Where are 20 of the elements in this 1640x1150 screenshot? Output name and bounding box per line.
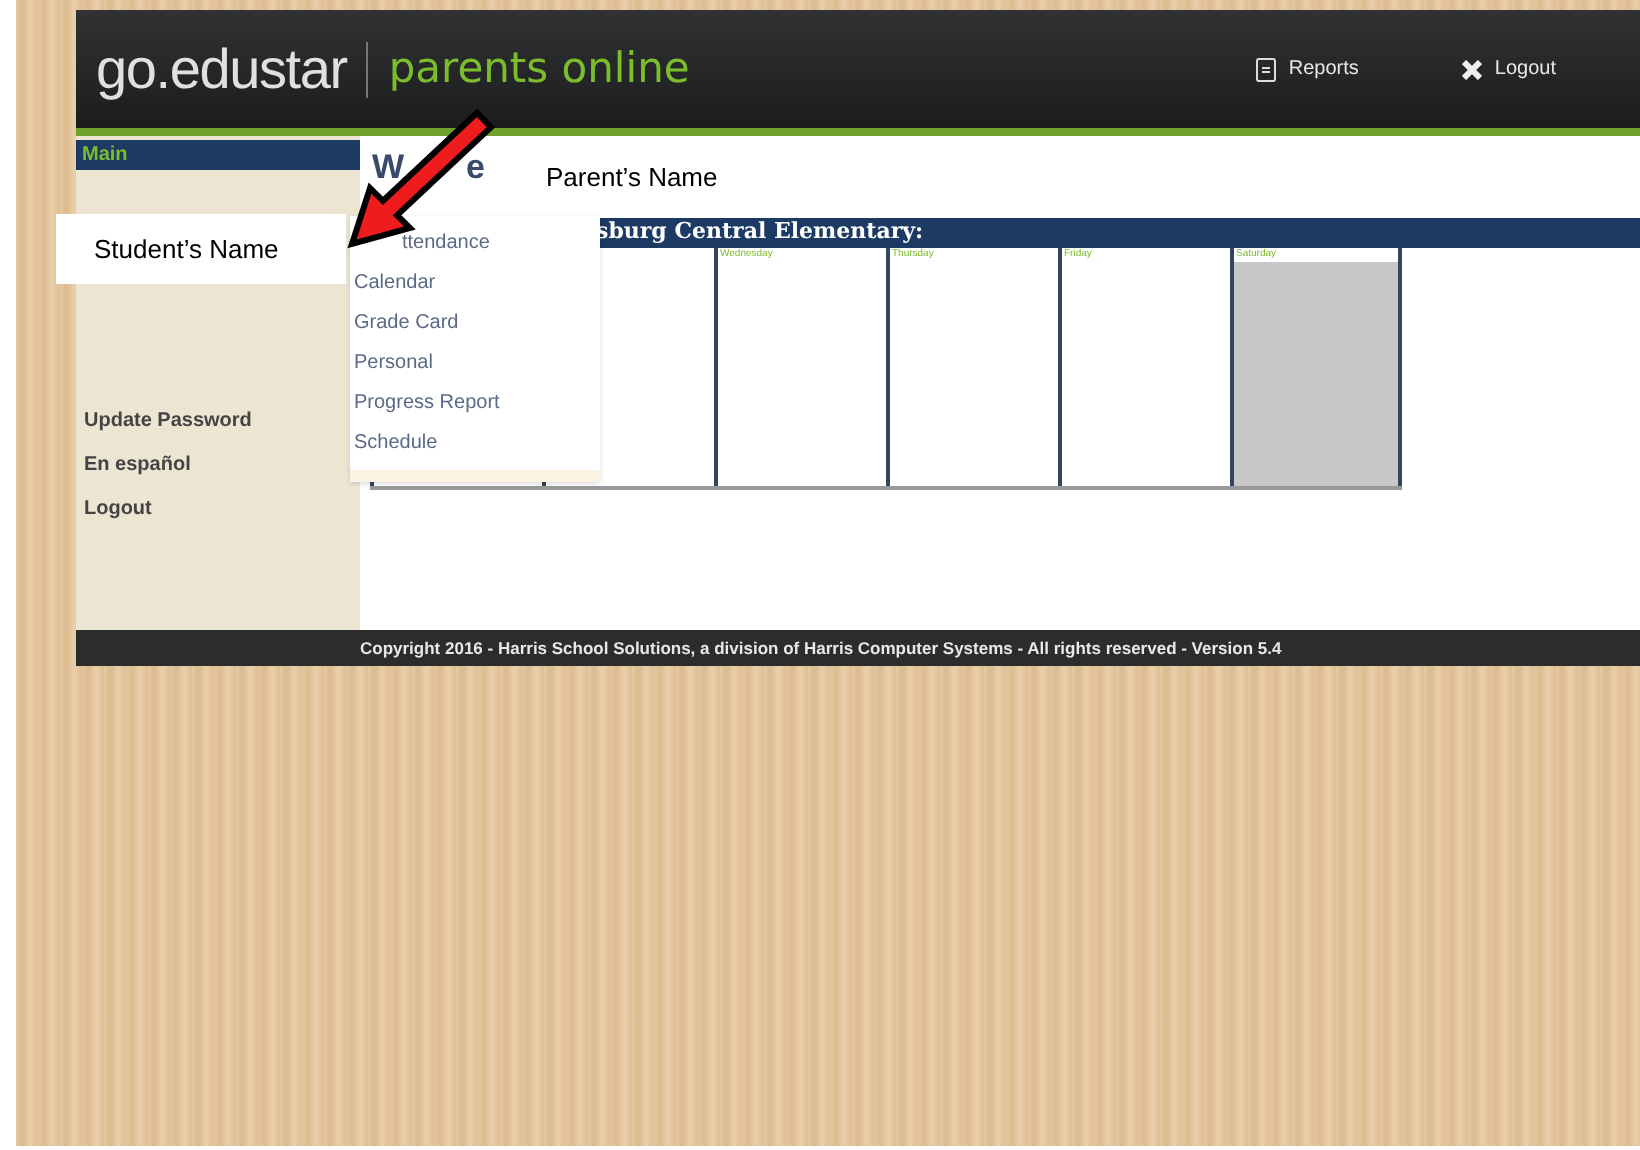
reports-link[interactable]: Reports xyxy=(1256,54,1359,84)
document-icon xyxy=(1256,57,1277,81)
student-name-label: Student’s Name xyxy=(94,231,279,268)
logout-link[interactable]: Logout xyxy=(1462,54,1556,84)
calendar-title: sburg Central Elementary: xyxy=(596,216,924,248)
heading-fragment: e xyxy=(466,146,485,190)
menu-item[interactable]: Schedule xyxy=(354,424,438,464)
menu-item[interactable]: Calendar xyxy=(354,264,436,304)
sidebar-item[interactable]: Logout xyxy=(76,488,360,532)
menu-item[interactable]: Grade Card xyxy=(354,304,459,344)
heading-fragment: W xyxy=(372,146,405,190)
tagline: parents online xyxy=(388,41,690,96)
logo: go.edustar xyxy=(96,35,347,104)
menu-item[interactable]: Personal xyxy=(354,344,433,384)
sidebar-item[interactable]: Main xyxy=(76,140,360,170)
copyright-text: Copyright 2016 - Harris School Solutions, a division of Harris Computer Systems - All rights reserved - Version 5.4 xyxy=(360,635,1282,661)
parent-name-label: Parent’s Name xyxy=(546,159,718,196)
close-icon xyxy=(1462,59,1483,79)
menu-item[interactable]: Progress Report xyxy=(354,384,500,424)
menu-item[interactable]: ttendance xyxy=(402,224,490,264)
